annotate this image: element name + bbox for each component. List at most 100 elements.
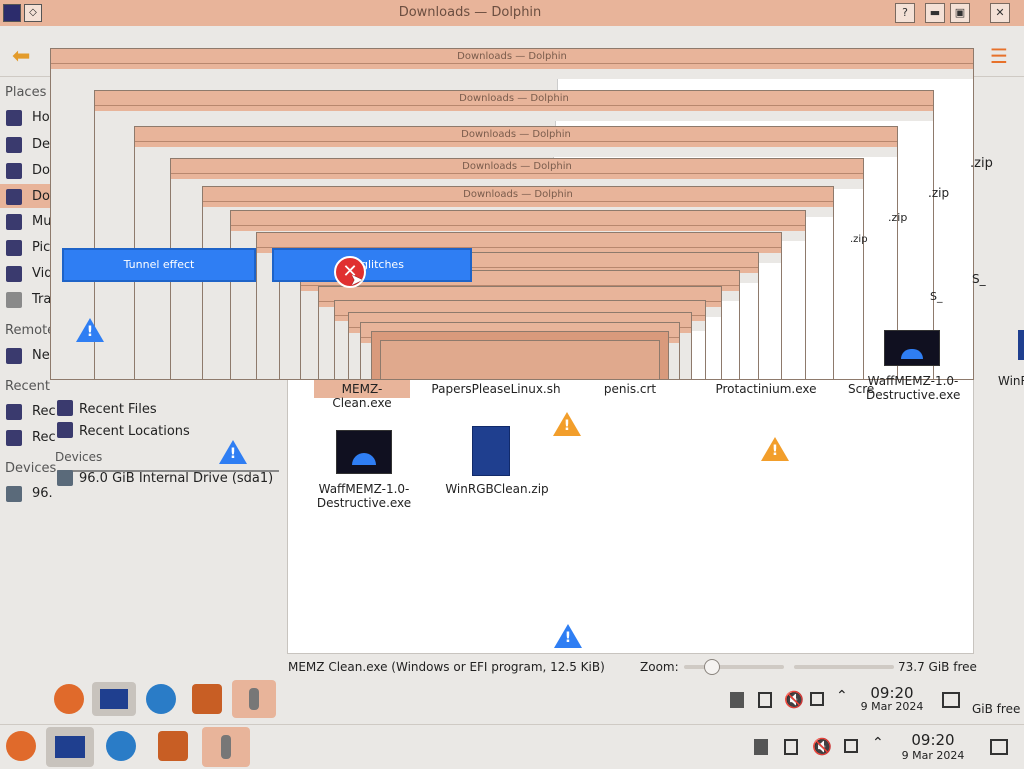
file-name-label: PapersPleaseLinux.sh [431, 382, 561, 396]
file-item-penis-crt[interactable]: penis.crt [590, 382, 670, 396]
info-warning-icon: ! [219, 440, 247, 464]
zoom-label: Zoom: [640, 660, 679, 674]
show-desktop-icon[interactable] [990, 739, 1008, 755]
sidebar-internal-drive[interactable]: 96.0 GiB Internal Drive (sda1) [57, 470, 279, 486]
recent-files-icon [57, 400, 73, 416]
screen-glitches-button[interactable]: S n glitches [272, 248, 472, 282]
sidebar-item-label: Pic [32, 240, 51, 255]
zoom-slider-track[interactable] [684, 665, 784, 669]
file-name-label: penis.crt [603, 382, 657, 396]
tray-app-icon[interactable] [730, 692, 744, 708]
file-item-memz[interactable]: MEMZ-Clean.exe [314, 380, 410, 410]
wine-icon[interactable] [202, 727, 250, 767]
recent-locations-icon [6, 430, 22, 446]
keyboard-icon[interactable] [844, 739, 858, 753]
close-button[interactable]: ✕ [990, 3, 1010, 23]
sidebar-item-label: Tra [32, 292, 52, 307]
firefox-icon[interactable] [146, 684, 176, 714]
file-item-papers[interactable]: PapersPleaseLinux.sh [430, 382, 562, 396]
file-item-protactinium[interactable]: Protactinium.exe [706, 382, 826, 396]
file-name-label: S_ [972, 272, 986, 286]
sidebar-remote-heading: Remote [5, 323, 56, 338]
sidebar-devices-heading: Devices [5, 461, 57, 476]
partial-file-icon[interactable] [1018, 330, 1024, 360]
recent-locations-icon [57, 422, 73, 438]
hamburger-menu-icon[interactable]: ☰ [990, 44, 1008, 68]
warning-icon: ! [553, 412, 581, 436]
firefox-dev-icon[interactable] [6, 731, 36, 761]
tunnel-effect-button[interactable]: Tunnel effect [62, 248, 256, 282]
recent-files-icon [6, 404, 22, 420]
wine-icon[interactable] [232, 680, 276, 718]
tunnel-window-layer [380, 340, 660, 380]
layer-title: Downloads — Dolphin [462, 161, 572, 172]
layer-title: Downloads — Dolphin [457, 51, 567, 62]
drive-icon [57, 470, 73, 486]
file-name-label: S_ [930, 290, 943, 303]
clipboard-icon[interactable] [758, 692, 772, 708]
zip-archive-icon[interactable] [472, 426, 510, 476]
network-icon [6, 348, 22, 364]
tray-app-icon[interactable] [754, 739, 768, 755]
waffmemz-icon[interactable] [336, 430, 392, 474]
drive-icon [6, 486, 22, 502]
clock-date[interactable]: 9 Mar 2024 [894, 749, 972, 762]
info-warning-icon: ! [76, 318, 104, 342]
sidebar-item-label: Recent Locations [79, 424, 190, 439]
file-name-label: .zip [928, 186, 950, 200]
volume-icon[interactable]: 🔇 [812, 737, 832, 756]
presentation-icon[interactable] [192, 684, 222, 714]
sidebar-places-heading: Places [5, 85, 47, 100]
file-name-label: WaffMEMZ-1.0-Destructive.exe [866, 374, 961, 402]
music-icon [6, 214, 22, 230]
mouse-cursor-icon: ➤ [350, 270, 364, 289]
desktop-icon [6, 137, 22, 153]
back-arrow-icon[interactable]: ⬅ [12, 44, 30, 69]
file-name-label: .zip [850, 234, 868, 245]
minimize-button[interactable]: ▬ [925, 3, 945, 23]
help-button[interactable]: ? [895, 3, 915, 23]
file-name-label: .zip [970, 156, 993, 171]
file-name-label: WaffMEMZ-1.0-Destructive.exe [316, 482, 412, 510]
free-space-label: 73.7 GiB free [898, 660, 977, 674]
taskbar-ghost: 🔇 ⌃ 09:20 9 Mar 2024 [40, 678, 1024, 722]
videos-icon [6, 266, 22, 282]
file-name-label: .zip [888, 211, 908, 224]
sidebar-item-label: Ne [32, 348, 50, 363]
free-space-bar [794, 665, 894, 669]
layer-title: Downloads — Dolphin [463, 189, 573, 200]
taskbar: 🔇 ⌃ 09:20 9 Mar 2024 [0, 724, 1024, 769]
keyboard-icon[interactable] [810, 692, 824, 706]
layer-title: Downloads — Dolphin [461, 129, 571, 140]
zoom-slider-handle[interactable] [704, 659, 720, 675]
firefox-dev-icon[interactable] [54, 684, 84, 714]
volume-icon[interactable]: 🔇 [784, 690, 804, 709]
sidebar-item-label: Rec [32, 430, 56, 445]
waffmemz-icon[interactable] [884, 330, 940, 366]
clock-time[interactable]: 09:20 [902, 731, 964, 749]
dolphin-icon[interactable] [92, 682, 136, 716]
show-desktop-icon[interactable] [942, 692, 960, 708]
tray-expand-icon[interactable]: ⌃ [872, 735, 884, 751]
pictures-icon [6, 240, 22, 256]
sidebar-item-label: De [32, 137, 51, 152]
sidebar-item-label: 96.0 GiB Internal Drive (sda1) [79, 471, 274, 486]
clipboard-icon[interactable] [784, 739, 798, 755]
clock-date[interactable]: 9 Mar 2024 [854, 700, 930, 713]
sidebar-item-label: Rec [32, 404, 56, 419]
dolphin-icon[interactable] [46, 727, 94, 767]
downloads-icon [6, 189, 22, 205]
firefox-icon[interactable] [106, 731, 136, 761]
presentation-icon[interactable] [158, 731, 188, 761]
sidebar-item-label: Ho [32, 110, 50, 125]
file-name-label: MEMZ-Clean.exe [332, 382, 392, 410]
home-icon [6, 110, 22, 126]
tray-expand-icon[interactable]: ⌃ [836, 688, 848, 704]
sidebar-item-label: 96. [32, 486, 53, 501]
window-title: Downloads — Dolphin [398, 5, 542, 20]
maximize-button[interactable]: ▣ [950, 3, 970, 23]
sidebar-item-label: Recent Files [79, 402, 157, 417]
warning-icon: ! [761, 437, 789, 461]
sidebar-item-label: Do [32, 163, 50, 178]
file-name-label: Protactinium.exe [715, 382, 817, 396]
